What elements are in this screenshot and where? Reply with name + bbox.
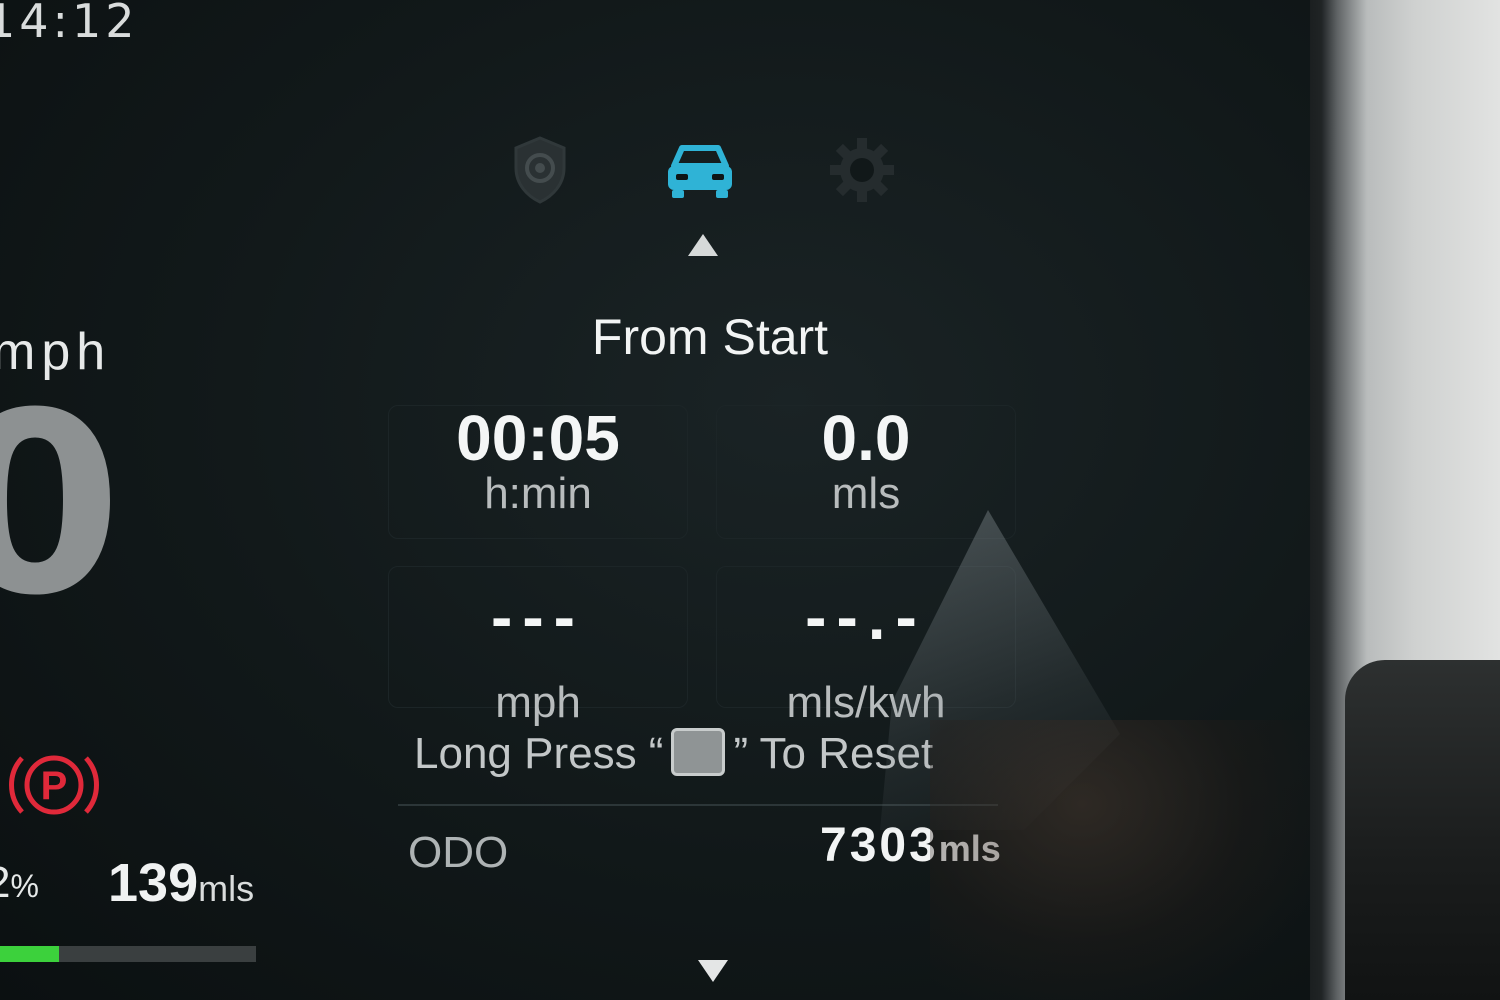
cluster-tabs: [500, 130, 900, 210]
photo-frame: 14:12 mph 0 P 2% 139mls: [0, 0, 1500, 1000]
trip-title: From Start: [591, 309, 829, 365]
odometer-label: ODO: [408, 828, 509, 877]
parking-brake-icon: P: [9, 755, 99, 815]
trip-time-cell: 00:05 h:min: [388, 405, 688, 539]
battery-bar: [0, 946, 256, 962]
trip-distance-unit: mls: [831, 469, 901, 518]
battery-percent-sign: %: [10, 868, 39, 904]
scroll-up-arrow-icon[interactable]: [686, 232, 720, 258]
speed-value: 0: [0, 359, 122, 650]
trip-avg-speed-unit: mph: [495, 678, 581, 727]
battery-bar-fill: [0, 946, 59, 962]
trip-time-unit: h:min: [484, 469, 592, 518]
trip-avg-speed-cell: --- mph: [388, 566, 688, 727]
trip-avg-speed-value: ---: [491, 581, 585, 653]
scroll-down-arrow-icon[interactable]: [696, 958, 730, 984]
reset-hint-prefix: Long Press “: [414, 729, 664, 778]
hand-reflection: [930, 720, 1310, 1000]
battery-percent: 2%: [0, 858, 39, 908]
battery-percent-value: 2: [0, 858, 10, 907]
trip-distance-value: 0.0: [821, 402, 911, 474]
range-value: 139: [108, 853, 199, 913]
dashboard-trim: [1345, 660, 1500, 1000]
steering-button-icon: [671, 728, 726, 776]
parking-indicator-label: P: [41, 764, 68, 808]
clock: 14:12: [0, 0, 139, 48]
gear-icon[interactable]: [822, 130, 902, 210]
car-icon[interactable]: [660, 130, 740, 210]
range-unit: mls: [198, 868, 255, 909]
trip-time-value: 00:05: [456, 402, 620, 474]
trip-distance-cell: 0.0 mls: [716, 405, 1016, 539]
instrument-cluster-screen: 14:12 mph 0 P 2% 139mls: [0, 0, 1318, 1000]
shield-icon[interactable]: [500, 130, 580, 210]
range-readout: 139mls: [108, 852, 254, 914]
